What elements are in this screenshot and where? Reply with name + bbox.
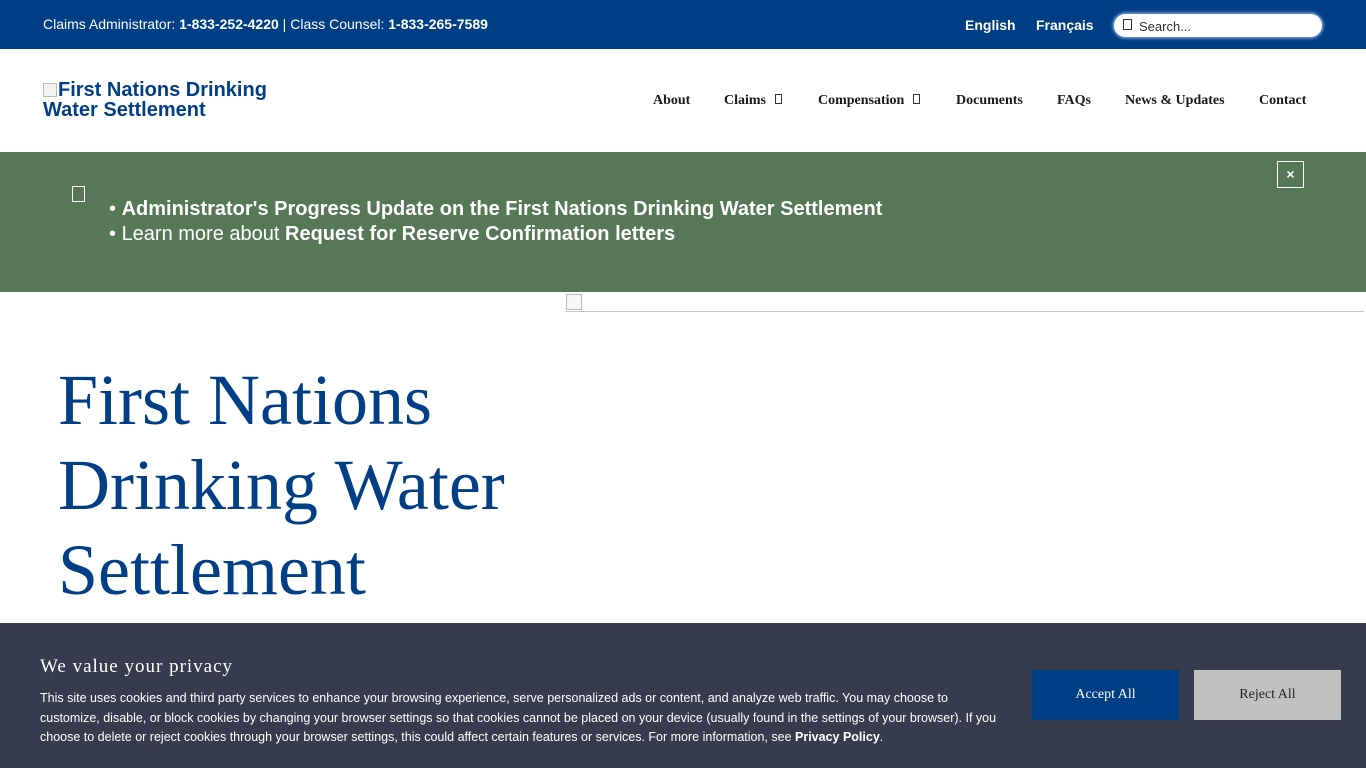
bullet: •	[109, 223, 122, 245]
search-box[interactable]	[1113, 13, 1323, 38]
nav-documents-label: Documents	[956, 93, 1023, 108]
search-icon	[1123, 19, 1132, 30]
chevron-down-icon	[775, 94, 782, 104]
title-line-3: Settlement	[58, 530, 366, 610]
title-line-1: First Nations	[58, 360, 433, 440]
nav-item-news-updates[interactable]: News & Updates	[1125, 93, 1225, 109]
contact-separator: |	[278, 16, 291, 32]
search-input[interactable]	[1139, 18, 1314, 34]
nav-item-about[interactable]: About	[653, 93, 690, 109]
language-french-link[interactable]: Français	[1036, 17, 1094, 33]
logo-alt-line1: First Nations Drinking	[58, 79, 267, 101]
site-logo-link[interactable]: First Nations Drinking Water Settlement	[43, 80, 283, 120]
nav-item-documents[interactable]: Documents	[956, 93, 1023, 109]
site-header: First Nations Drinking Water Settlement …	[0, 49, 1366, 152]
nav-claims-label: Claims	[724, 93, 766, 108]
class-counsel-label: Class Counsel:	[290, 16, 385, 32]
language-english-link[interactable]: English	[965, 17, 1016, 33]
hero-image	[565, 293, 1364, 312]
cookie-text-end: .	[879, 730, 884, 744]
nav-item-compensation[interactable]: Compensation	[818, 93, 921, 109]
notice-line-2: • Learn more about Request for Reserve C…	[109, 223, 675, 246]
notice-banner: • Administrator's Progress Update on the…	[0, 152, 1366, 292]
notice-icon	[72, 186, 85, 202]
page-title: First Nations Drinking Water Settlement	[58, 358, 558, 613]
nav-faqs-label: FAQs	[1057, 93, 1091, 108]
bullet: •	[109, 198, 122, 220]
nav-item-claims[interactable]: Claims	[724, 93, 782, 109]
nav-about-label: About	[653, 93, 691, 108]
claims-admin-label: Claims Administrator:	[43, 16, 176, 32]
reserve-confirmation-link[interactable]: Request for Reserve Confirmation letters	[285, 223, 675, 245]
claims-admin-phone-link[interactable]: 1-833-252-4220	[179, 16, 279, 32]
top-bar: Claims Administrator: 1-833-252-4220 | C…	[0, 0, 1366, 49]
logo-alt-line2: Water Settlement	[43, 99, 206, 121]
chevron-down-icon	[913, 94, 921, 104]
class-counsel-phone-link[interactable]: 1-833-265-7589	[388, 16, 488, 32]
notice-line-1: • Administrator's Progress Update on the…	[109, 198, 882, 221]
cookie-text: This site uses cookies and third party s…	[40, 689, 1010, 748]
nav-contact-label: Contact	[1259, 93, 1307, 108]
accept-all-button[interactable]: Accept All	[1032, 670, 1179, 720]
contact-info: Claims Administrator: 1-833-252-4220 | C…	[43, 16, 488, 32]
cookie-consent-banner: We value your privacy This site uses coo…	[0, 623, 1366, 768]
nav-compensation-label: Compensation	[818, 93, 905, 108]
reject-all-button[interactable]: Reject All	[1194, 670, 1341, 720]
nav-news-label: News & Updates	[1125, 93, 1225, 108]
notice-line-2-prefix: Learn more about	[121, 223, 285, 245]
close-notice-button[interactable]: ×	[1277, 161, 1304, 188]
privacy-policy-link[interactable]: Privacy Policy	[795, 730, 880, 744]
title-line-2: Drinking Water	[58, 445, 505, 525]
nav-item-faqs[interactable]: FAQs	[1057, 93, 1091, 109]
nav-item-contact[interactable]: Contact	[1259, 93, 1306, 109]
progress-update-link[interactable]: Administrator's Progress Update on the F…	[122, 198, 883, 220]
broken-image-icon	[566, 294, 582, 310]
cookie-title: We value your privacy	[40, 656, 234, 677]
broken-image-icon	[43, 83, 57, 97]
